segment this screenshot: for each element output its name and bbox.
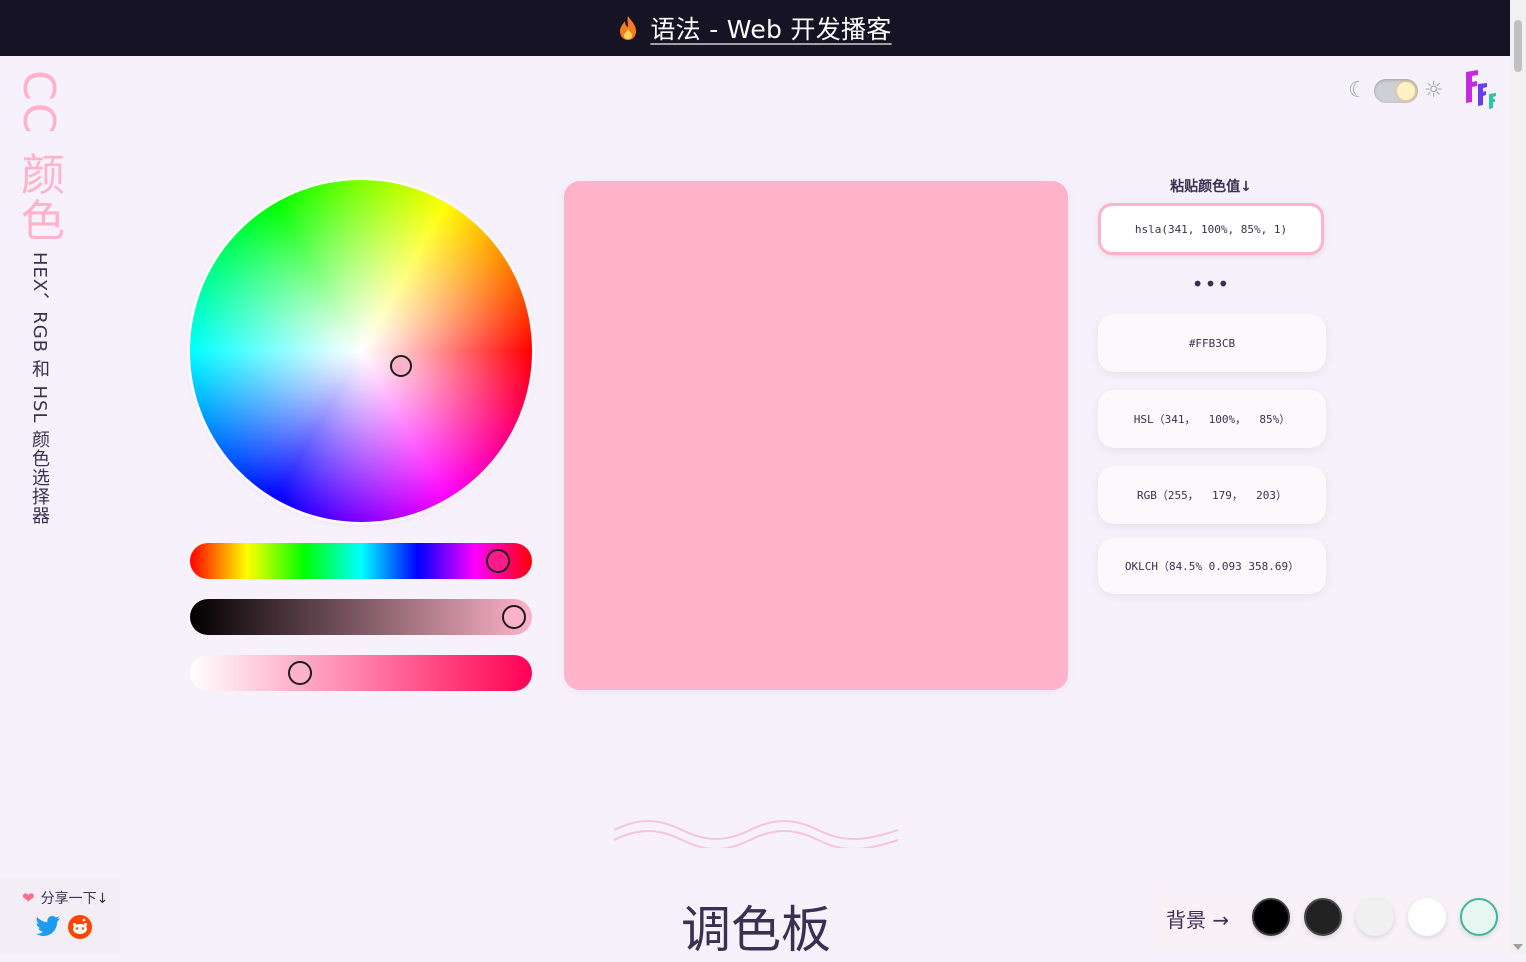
scroll-down-arrow-icon[interactable]	[1513, 944, 1523, 950]
bg-swatch-dark[interactable]	[1304, 898, 1342, 936]
flame-icon	[620, 16, 637, 40]
app-subtitle: HEX、RGB 和 HSL 颜色选择器	[29, 252, 50, 526]
hex-value-card[interactable]: #FFB3CB	[1098, 314, 1326, 372]
scrollbar-thumb[interactable]	[1514, 20, 1522, 72]
ellipsis: •••	[1191, 272, 1231, 296]
bg-swatch-black[interactable]	[1252, 898, 1290, 936]
bg-swatch-white[interactable]	[1408, 898, 1446, 936]
paste-color-input[interactable]	[1098, 203, 1324, 255]
wave-divider	[613, 820, 899, 848]
palette-heading: 调色板	[681, 901, 831, 959]
heart-icon: ❤	[22, 889, 35, 907]
saturation-slider[interactable]	[190, 599, 532, 635]
lightness-slider-thumb[interactable]	[288, 661, 312, 685]
fff-logo-icon[interactable]	[1464, 68, 1502, 112]
sun-icon: ☼	[1423, 78, 1444, 103]
bg-swatch-light-gray[interactable]	[1356, 898, 1394, 936]
share-label: ❤ 分享一下↓	[22, 888, 108, 908]
lightness-slider[interactable]	[190, 655, 532, 691]
page-scrollbar[interactable]	[1510, 0, 1526, 954]
app-title: CC 颜色	[13, 70, 64, 244]
paste-label: 粘贴颜色值↓	[1170, 179, 1252, 195]
theme-toggle[interactable]: ☾ ☼	[1348, 78, 1443, 103]
oklch-value-card[interactable]: OKLCH（84.5% 0.093 358.69）	[1098, 538, 1326, 594]
moon-icon: ☾	[1348, 78, 1368, 103]
wheel-handle[interactable]	[390, 355, 412, 377]
color-preview	[564, 181, 1068, 690]
saturation-slider-thumb[interactable]	[502, 605, 526, 629]
twitter-icon[interactable]	[36, 915, 60, 937]
theme-switch[interactable]	[1373, 78, 1418, 103]
bg-swatch-mint[interactable]	[1460, 898, 1498, 936]
color-wheel-disc[interactable]	[190, 180, 532, 522]
color-wheel[interactable]	[190, 180, 532, 522]
top-banner: 语法 - Web 开发播客	[0, 0, 1510, 56]
share-text: 分享一下↓	[40, 891, 109, 907]
hue-slider[interactable]	[190, 543, 532, 579]
banner-link[interactable]: 语法 - Web 开发播客	[650, 10, 891, 46]
hsl-value-card[interactable]: HSL（341， 100%， 85%）	[1098, 390, 1326, 448]
switch-knob	[1396, 81, 1415, 100]
reddit-icon[interactable]	[68, 915, 92, 939]
rgb-value-card[interactable]: RGB（255， 179， 203）	[1098, 466, 1326, 524]
background-label: 背景 →	[1166, 908, 1230, 932]
hue-slider-thumb[interactable]	[486, 549, 510, 573]
